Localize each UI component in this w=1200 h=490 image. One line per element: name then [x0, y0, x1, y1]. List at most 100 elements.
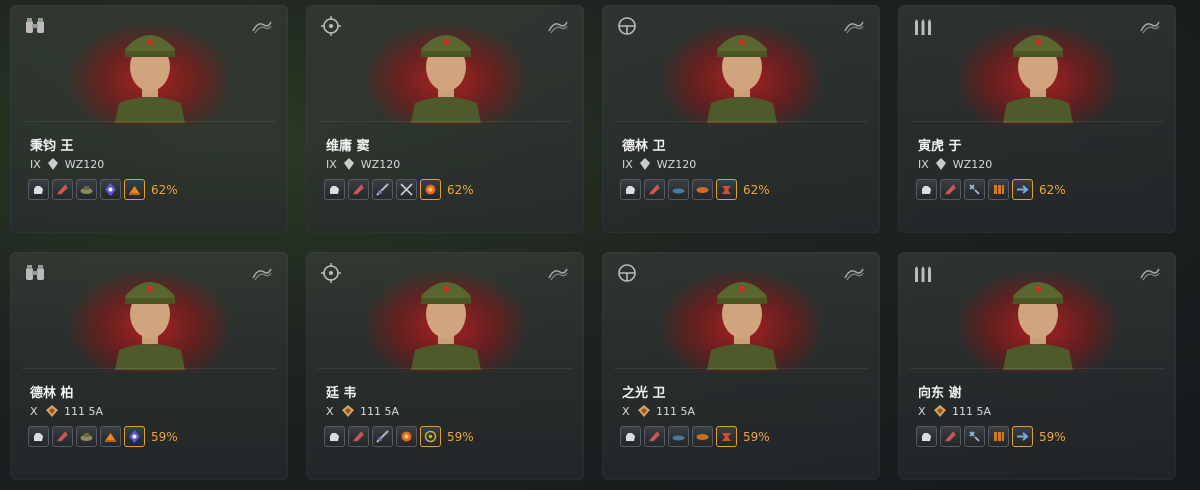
brothers-in-arms-icon[interactable]: [916, 426, 937, 447]
crew-card[interactable]: 向东 谢 X 111 5A 59%: [898, 252, 1176, 480]
tank-info: X 111 5A: [30, 404, 103, 418]
crew-portrait: [993, 258, 1083, 370]
skill-row: 59%: [620, 426, 770, 447]
china-nation-icon: [1138, 264, 1162, 282]
crew-card[interactable]: 之光 卫 X 111 5A 59%: [602, 252, 880, 480]
tank-info: X 111 5A: [326, 404, 399, 418]
repairs-icon[interactable]: [940, 179, 961, 200]
camouflage-icon[interactable]: [76, 426, 97, 447]
brothers-in-arms-icon[interactable]: [28, 179, 49, 200]
repairs-icon[interactable]: [348, 179, 369, 200]
crew-card[interactable]: 秉钧 王 IX WZ120 62%: [10, 5, 288, 233]
brothers-in-arms-icon[interactable]: [324, 179, 345, 200]
tank-info: X 111 5A: [622, 404, 695, 418]
skill-row: 59%: [324, 426, 474, 447]
skill-row: 59%: [916, 426, 1066, 447]
steering-wheel-icon: [616, 15, 638, 37]
tank-tier: X: [30, 404, 38, 418]
repairs-icon[interactable]: [644, 426, 665, 447]
card-divider: [22, 121, 276, 122]
off-road-icon[interactable]: [716, 426, 737, 447]
binoculars-icon: [24, 262, 46, 284]
brothers-in-arms-icon[interactable]: [916, 179, 937, 200]
repairs-icon[interactable]: [940, 426, 961, 447]
safe-stowage-icon[interactable]: [964, 426, 985, 447]
gunner-icon: [320, 262, 342, 284]
tank-tier: IX: [30, 157, 41, 171]
camouflage-icon[interactable]: [76, 179, 97, 200]
elite-heavy-tank-class-icon: [637, 404, 651, 418]
crew-name: 德林 柏: [30, 386, 74, 401]
skill-progress: 62%: [743, 182, 770, 197]
sixth-sense-icon[interactable]: [100, 179, 121, 200]
brothers-in-arms-icon[interactable]: [324, 426, 345, 447]
firefighting-icon[interactable]: [100, 426, 121, 447]
eagle-eye-icon[interactable]: [420, 426, 441, 447]
skill-row: 62%: [28, 179, 178, 200]
brothers-in-arms-icon[interactable]: [620, 179, 641, 200]
tank-info: IX WZ120: [30, 157, 104, 171]
repairs-icon[interactable]: [52, 426, 73, 447]
repairs-icon[interactable]: [644, 179, 665, 200]
crew-card[interactable]: 维庸 窦 IX WZ120 62%: [306, 5, 584, 233]
tank-tier: X: [326, 404, 334, 418]
brothers-in-arms-icon[interactable]: [620, 426, 641, 447]
card-divider: [22, 368, 276, 369]
card-divider: [318, 121, 572, 122]
crew-card[interactable]: 德林 卫 IX WZ120 62%: [602, 5, 880, 233]
heavy-tank-class-icon: [342, 157, 356, 171]
tank-info: IX WZ120: [918, 157, 992, 171]
heavy-tank-class-icon: [46, 157, 60, 171]
tank-info: IX WZ120: [326, 157, 400, 171]
intuition-icon[interactable]: [988, 426, 1009, 447]
tank-info: IX WZ120: [622, 157, 696, 171]
designated-target-icon[interactable]: [396, 426, 417, 447]
skill-progress: 59%: [1039, 429, 1066, 444]
adrenaline-rush-icon[interactable]: [1012, 179, 1033, 200]
designated-target-icon[interactable]: [420, 179, 441, 200]
smooth-ride-icon[interactable]: [668, 426, 689, 447]
skill-progress: 62%: [151, 182, 178, 197]
tank-info: X 111 5A: [918, 404, 991, 418]
crew-card[interactable]: 德林 柏 X 111 5A 59%: [10, 252, 288, 480]
skill-progress: 62%: [1039, 182, 1066, 197]
gunner-icon: [320, 15, 342, 37]
snap-shot-icon[interactable]: [372, 426, 393, 447]
elite-heavy-tank-class-icon: [341, 404, 355, 418]
tank-tier: X: [918, 404, 926, 418]
card-divider: [910, 368, 1164, 369]
crew-card[interactable]: 寅虎 于 IX WZ120 62%: [898, 5, 1176, 233]
snap-shot-icon[interactable]: [372, 179, 393, 200]
off-road-icon[interactable]: [716, 179, 737, 200]
crew-grid: 秉钧 王 IX WZ120 62% 维庸 窦 IX WZ120 62% 德林 卫…: [0, 0, 1200, 490]
tank-tier: IX: [918, 157, 929, 171]
china-nation-icon: [546, 264, 570, 282]
repairs-icon[interactable]: [52, 179, 73, 200]
sixth-sense-icon[interactable]: [124, 426, 145, 447]
clutch-braking-icon[interactable]: [692, 426, 713, 447]
crew-name: 秉钧 王: [30, 139, 74, 154]
firefighting-icon[interactable]: [124, 179, 145, 200]
china-nation-icon: [546, 17, 570, 35]
skill-progress: 59%: [151, 429, 178, 444]
card-divider: [614, 368, 868, 369]
tank-name: WZ120: [360, 157, 401, 171]
crew-name: 向东 谢: [918, 386, 962, 401]
clutch-braking-icon[interactable]: [692, 179, 713, 200]
adrenaline-rush-icon[interactable]: [1012, 426, 1033, 447]
brothers-in-arms-icon[interactable]: [28, 426, 49, 447]
safe-stowage-icon[interactable]: [964, 179, 985, 200]
deadeye-icon[interactable]: [396, 179, 417, 200]
repairs-icon[interactable]: [348, 426, 369, 447]
smooth-ride-icon[interactable]: [668, 179, 689, 200]
tank-name: 111 5A: [64, 404, 104, 418]
skill-row: 62%: [620, 179, 770, 200]
crew-card[interactable]: 廷 韦 X 111 5A 59%: [306, 252, 584, 480]
china-nation-icon: [842, 17, 866, 35]
tank-name: WZ120: [952, 157, 993, 171]
elite-heavy-tank-class-icon: [933, 404, 947, 418]
intuition-icon[interactable]: [988, 179, 1009, 200]
card-divider: [910, 121, 1164, 122]
heavy-tank-class-icon: [638, 157, 652, 171]
crew-portrait: [697, 11, 787, 123]
